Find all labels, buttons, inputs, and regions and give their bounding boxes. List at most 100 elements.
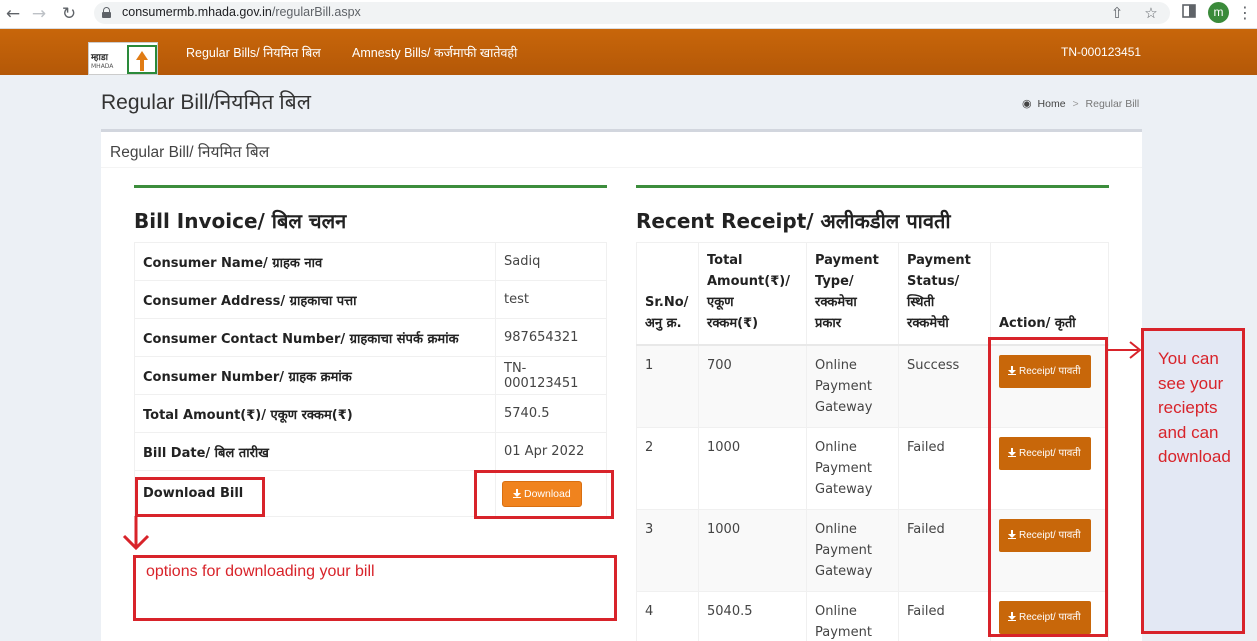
invoice-value: test — [495, 280, 607, 319]
col-sr: Sr.No/अनु क्र. — [636, 242, 699, 346]
lock-icon[interactable] — [102, 7, 111, 18]
logo-text: म्हाडा — [91, 53, 108, 63]
header-line: प्रकार — [815, 315, 842, 331]
header-line: एकूण — [707, 294, 734, 310]
invoice-label: Consumer Name/ ग्राहक नाव — [134, 242, 496, 281]
cell-amount: 700 — [698, 344, 807, 428]
url-host: consumermb.mhada.gov.in — [122, 5, 272, 19]
cell-type: Online Payment Gateway — [806, 344, 899, 428]
cell-status: Success — [898, 344, 991, 428]
cell-type: Online Payment — [806, 590, 899, 641]
reload-icon[interactable]: ↻ — [58, 3, 80, 25]
invoice-value: 01 Apr 2022 — [495, 432, 607, 471]
address-bar[interactable]: consumermb.mhada.gov.in/regularBill.aspx… — [94, 2, 1170, 24]
dashboard-icon: ◉ — [1022, 98, 1032, 110]
cell-type: Online Payment Gateway — [806, 508, 899, 592]
back-icon[interactable]: ← — [2, 3, 24, 25]
box-header: Regular Bill/ नियमित बिल — [101, 132, 1142, 168]
annotation-box-download-label — [135, 477, 265, 517]
url-path: /regularBill.aspx — [271, 5, 361, 19]
cell-status: Failed — [898, 508, 991, 592]
table-row: Bill Date/ बिल तारीख 01 Apr 2022 — [134, 432, 607, 471]
invoice-value: 5740.5 — [495, 394, 607, 433]
nav-regular-bills[interactable]: Regular Bills/ नियमित बिल — [186, 44, 321, 61]
col-type: Payment Type/रक्कमेचा प्रकार — [806, 242, 899, 346]
col-action: Action/ कृती — [990, 242, 1109, 346]
header-line: रक्कमेची — [907, 315, 949, 331]
note-line: reciepts — [1158, 398, 1218, 417]
table-row: Consumer Address/ ग्राहकाचा पत्ता test — [134, 280, 607, 319]
breadcrumb-current: Regular Bill — [1085, 98, 1140, 110]
header-line: रक्कमेचा — [815, 294, 857, 310]
browser-toolbar: ← → ↻ consumermb.mhada.gov.in/regularBil… — [0, 0, 1257, 29]
header-line: स्थिती — [907, 294, 935, 310]
cell-amount: 1000 — [698, 508, 807, 592]
box-title: Regular Bill/ नियमित बिल — [110, 144, 270, 161]
invoice-label: Consumer Number/ ग्राहक क्रमांक — [134, 356, 496, 395]
breadcrumb-separator: > — [1072, 98, 1079, 110]
cell-sr: 3 — [636, 508, 699, 592]
share-icon[interactable]: ⇧ — [1107, 3, 1127, 23]
menu-icon[interactable]: ⋮ — [1237, 3, 1253, 23]
site-header: म्हाडा MHADA Regular Bills/ नियमित बिल A… — [0, 29, 1257, 75]
annotation-receipt-note: You can see your reciepts and can downlo… — [1158, 347, 1231, 470]
type-line: Payment — [815, 378, 872, 394]
table-row: Consumer Contact Number/ ग्राहकाचा संपर्… — [134, 318, 607, 357]
type-line: Online — [815, 521, 857, 537]
star-icon[interactable]: ☆ — [1141, 3, 1161, 23]
annotation-download-note: options for downloading your bill — [146, 563, 375, 580]
invoice-label: Total Amount(₹)/ एकूण रक्कम(₹) — [134, 394, 496, 433]
invoice-value: 987654321 — [495, 318, 607, 357]
type-line: Online — [815, 439, 857, 455]
note-line: download — [1158, 447, 1231, 466]
account-number[interactable]: TN-000123451 — [1061, 45, 1141, 59]
cell-sr: 4 — [636, 590, 699, 641]
header-line: Total — [707, 252, 743, 268]
forward-icon[interactable]: → — [28, 3, 50, 25]
header-line: Amount(₹)/ — [707, 273, 790, 289]
invoice-title: Bill Invoice/ बिल चलन — [134, 209, 347, 233]
cell-status: Failed — [898, 590, 991, 641]
note-line: You can — [1158, 349, 1219, 368]
breadcrumb-home[interactable]: Home — [1038, 98, 1066, 110]
type-line: Gateway — [815, 563, 873, 579]
cell-sr: 2 — [636, 426, 699, 510]
cell-amount: 5040.5 — [698, 590, 807, 641]
type-line: Payment — [815, 624, 872, 640]
cell-sr: 1 — [636, 344, 699, 428]
col-status: Payment Status/स्थिती रक्कमेची — [898, 242, 991, 346]
invoice-label: Consumer Contact Number/ ग्राहकाचा संपर्… — [134, 318, 496, 357]
annotation-box-receipts — [988, 337, 1108, 637]
type-line: Gateway — [815, 481, 873, 497]
invoice-value: TN-000123451 — [495, 356, 607, 395]
url-text[interactable]: consumermb.mhada.gov.in/regularBill.aspx — [122, 5, 361, 19]
profile-avatar[interactable]: m — [1208, 2, 1229, 23]
header-line: अनु क्र. — [645, 315, 682, 331]
header-line: Payment — [907, 252, 971, 268]
breadcrumb: ◉ Home > Regular Bill — [1022, 97, 1139, 110]
header-line: Type/ — [815, 273, 854, 289]
table-row: Consumer Number/ ग्राहक क्रमांक TN-000123… — [134, 356, 607, 395]
invoice-label: Consumer Address/ ग्राहकाचा पत्ता — [134, 280, 496, 319]
type-line: Gateway — [815, 399, 873, 415]
mhada-logo[interactable]: म्हाडा MHADA — [88, 42, 158, 75]
header-line: Status/ — [907, 273, 960, 289]
receipt-divider — [636, 185, 1109, 188]
cell-amount: 1000 — [698, 426, 807, 510]
invoice-value: Sadiq — [495, 242, 607, 281]
type-line: Payment — [815, 542, 872, 558]
annotation-box-download-button — [474, 470, 614, 519]
table-row: Total Amount(₹)/ एकूण रक्कम(₹) 5740.5 — [134, 394, 607, 433]
type-line: Online — [815, 357, 857, 373]
cell-status: Failed — [898, 426, 991, 510]
cell-type: Online Payment Gateway — [806, 426, 899, 510]
nav-amnesty-bills[interactable]: Amnesty Bills/ कर्जमाफी खातेवही — [352, 44, 517, 61]
header-line: Sr.No/ — [645, 294, 689, 310]
type-line: Payment — [815, 460, 872, 476]
annotation-receipt-panel: You can see your reciepts and can downlo… — [1141, 328, 1245, 634]
header-line: Action/ कृती — [999, 315, 1076, 331]
note-line: see your — [1158, 373, 1224, 393]
receipt-title: Recent Receipt/ अलीकडील पावती — [636, 209, 951, 233]
note-line: and can — [1158, 422, 1219, 442]
sidepanel-icon[interactable] — [1179, 3, 1199, 23]
